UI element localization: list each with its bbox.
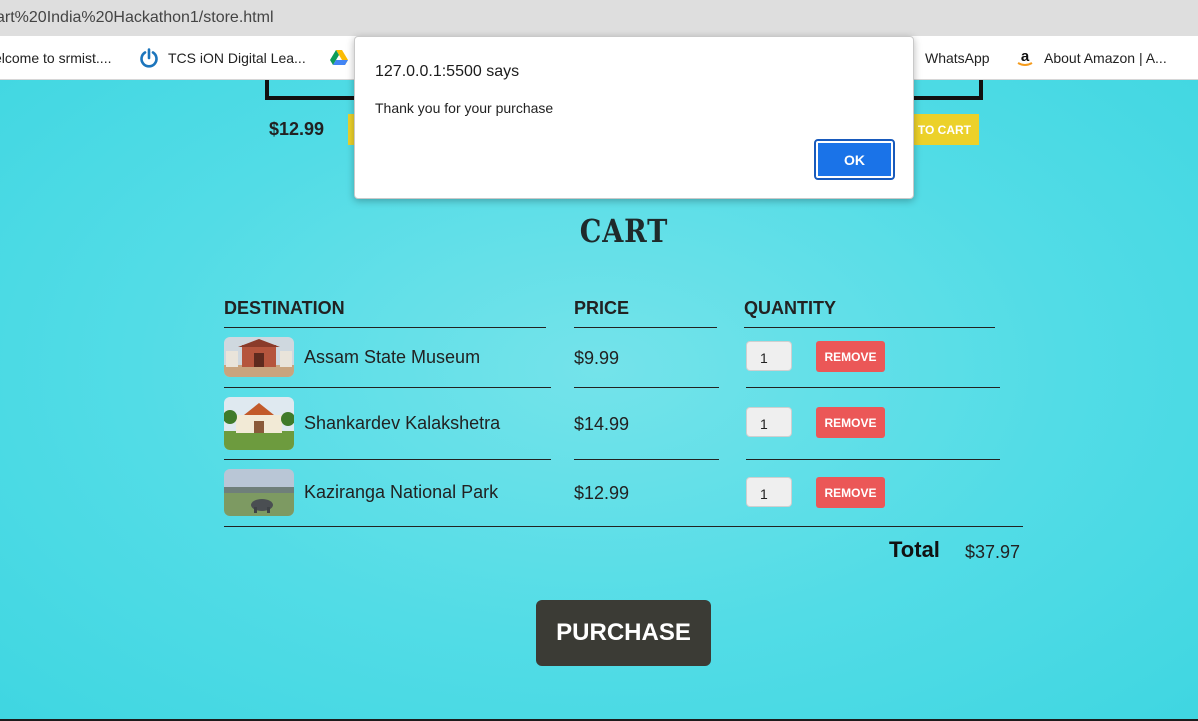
- bookmark-label: About Amazon | A...: [1044, 50, 1167, 66]
- remove-button[interactable]: REMOVE: [816, 477, 885, 508]
- bookmark-whatsapp[interactable]: WhatsApp: [925, 36, 990, 79]
- quantity-input[interactable]: 1: [746, 407, 792, 437]
- header-divider: [744, 327, 995, 328]
- total-value: $37.97: [965, 542, 1021, 562]
- power-icon: [138, 47, 160, 69]
- bookmark-tcs-ion[interactable]: TCS iON Digital Lea...: [138, 36, 306, 79]
- dialog-title: 127.0.0.1:5500 says: [375, 63, 520, 80]
- row-divider: [224, 387, 551, 388]
- header-divider: [224, 327, 546, 328]
- alert-dialog: 127.0.0.1:5500 says Thank you for your p…: [354, 36, 914, 199]
- bookmark-amazon[interactable]: a About Amazon | A...: [1014, 36, 1167, 79]
- shankardev-kalakshetra-image: [224, 397, 294, 450]
- bookmark-label: WhatsApp: [925, 50, 990, 66]
- address-bar[interactable]: art%20India%20Hackathon1/store.html: [0, 0, 1198, 36]
- header-price: PRICE: [574, 298, 630, 318]
- item-price: $9.99: [574, 348, 620, 368]
- amazon-icon: a: [1014, 47, 1036, 69]
- url-text: art%20India%20Hackathon1/store.html: [0, 9, 274, 26]
- remove-button[interactable]: REMOVE: [816, 407, 885, 438]
- ok-button[interactable]: OK: [814, 139, 895, 180]
- row-divider: [574, 459, 719, 460]
- item-name: Assam State Museum: [304, 347, 481, 367]
- dialog-message: Thank you for your purchase: [375, 100, 554, 116]
- item-name: Shankardev Kalakshetra: [304, 413, 501, 433]
- row-divider: [574, 387, 719, 388]
- total-label: Total: [889, 537, 940, 562]
- item-price: $12.99: [574, 483, 630, 503]
- assam-state-museum-image: [224, 337, 294, 377]
- header-divider: [574, 327, 717, 328]
- cart-title: CART: [579, 212, 669, 250]
- row-divider: [746, 387, 1000, 388]
- remove-button[interactable]: REMOVE: [816, 341, 885, 372]
- bookmark-label: TCS iON Digital Lea...: [168, 50, 306, 66]
- bookmark-srmist[interactable]: elcome to srmist....: [0, 36, 112, 79]
- row-divider: [224, 459, 551, 460]
- add-to-cart-button[interactable]: TO CART: [906, 114, 979, 145]
- svg-text:a: a: [1021, 48, 1030, 65]
- google-drive-icon: [330, 50, 348, 66]
- purchase-button[interactable]: PURCHASE: [536, 600, 711, 666]
- total-divider: [224, 526, 1023, 527]
- item-price: $14.99: [574, 414, 630, 434]
- quantity-input[interactable]: 1: [746, 341, 792, 371]
- header-quantity: QUANTITY: [744, 298, 836, 318]
- quantity-input[interactable]: 1: [746, 477, 792, 507]
- bookmark-label: elcome to srmist....: [0, 50, 112, 66]
- product-price: $12.99: [269, 119, 325, 139]
- kaziranga-national-park-image: [224, 469, 294, 516]
- row-divider: [746, 459, 1000, 460]
- item-name: Kaziranga National Park: [304, 482, 499, 502]
- header-destination: DESTINATION: [224, 298, 345, 318]
- bookmark-google-drive[interactable]: [330, 36, 348, 79]
